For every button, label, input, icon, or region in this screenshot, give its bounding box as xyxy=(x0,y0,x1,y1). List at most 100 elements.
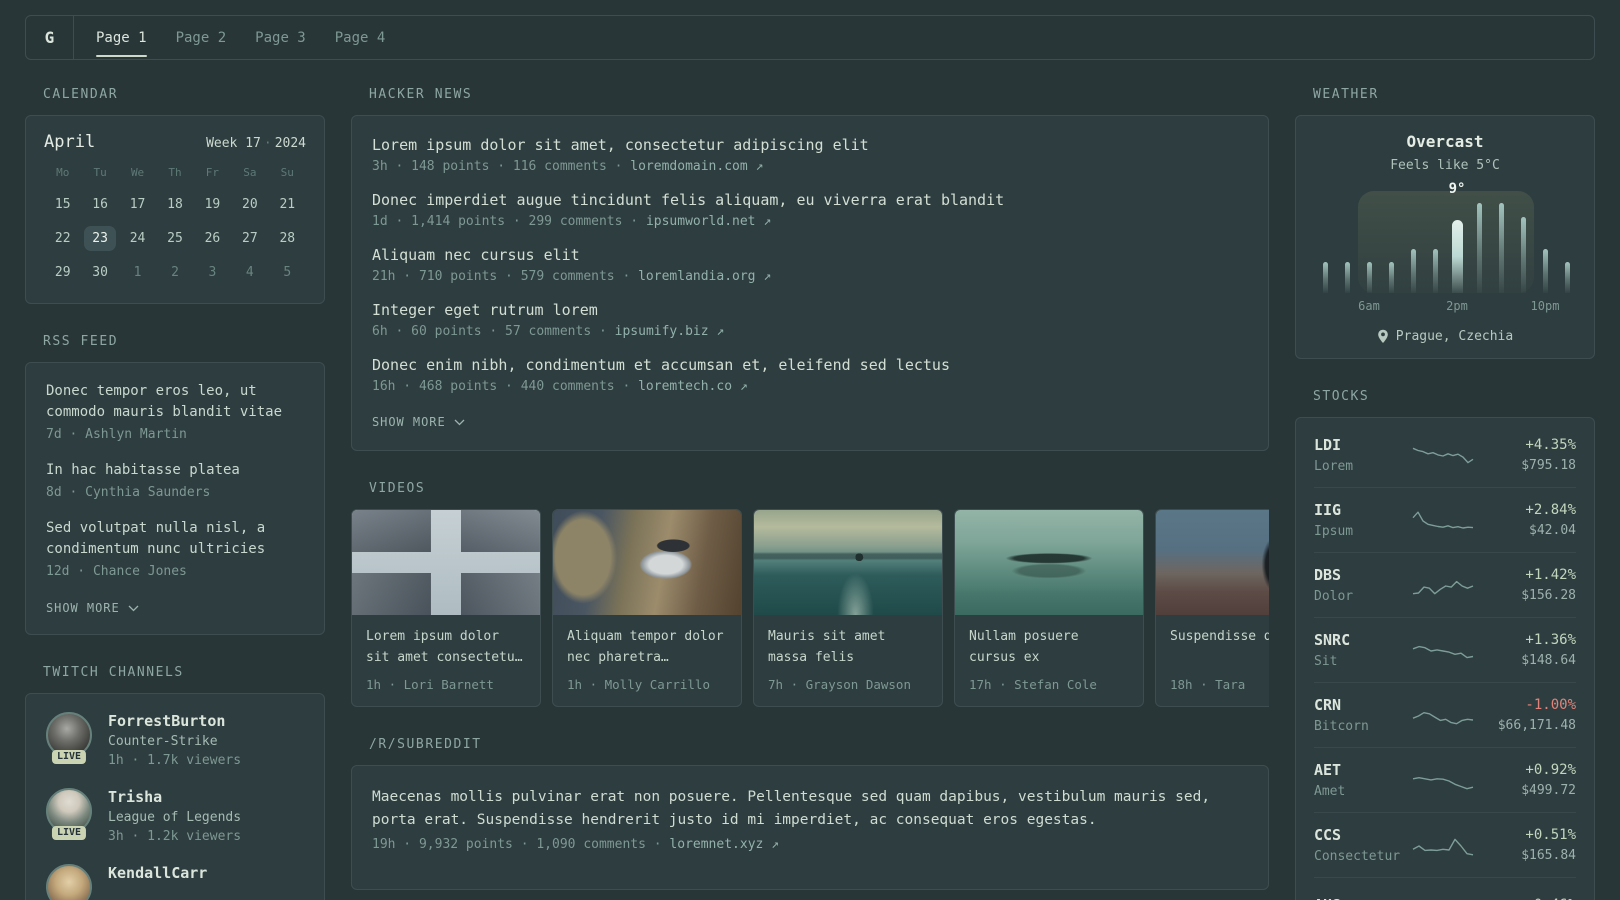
twitch-channel-info: KendallCarr xyxy=(108,864,207,900)
hn-story: Integer eget rutrum lorem 6h · 60 points … xyxy=(372,301,1248,339)
tab-page-3[interactable]: Page 3 xyxy=(255,16,306,59)
stock-identity: AHS xyxy=(1314,896,1410,900)
stock-symbol: CCS xyxy=(1314,826,1342,844)
weather-hourly-chart: 9° 6am 2pm 10pm xyxy=(1314,181,1578,315)
page-tabs: Page 1 Page 2 Page 3 Page 4 xyxy=(74,16,407,59)
hn-story: Lorem ipsum dolor sit amet, consectetur … xyxy=(372,136,1248,174)
calendar-day: 20 xyxy=(242,197,258,212)
twitch-channel-name: Trisha xyxy=(108,788,163,806)
stock-row[interactable]: DBS Dolor +1.42% $156.28 xyxy=(1314,552,1576,617)
weather-bar-slot xyxy=(1534,203,1556,293)
stock-symbol: SNRC xyxy=(1314,631,1351,649)
stock-row[interactable]: CCS Consectetur +0.51% $165.84 xyxy=(1314,812,1576,877)
stock-change-percent: -1.00% xyxy=(1525,697,1576,713)
calendar-day: 18 xyxy=(167,197,183,212)
stock-sparkline xyxy=(1410,506,1476,534)
story-domain-link[interactable]: ipsumify.biz xyxy=(615,324,709,339)
video-card[interactable]: Aliquam tempor dolor nec pharetra… 1h · M… xyxy=(552,509,742,707)
video-meta: 1h · Molly Carrillo xyxy=(567,677,710,692)
hn-story-title[interactable]: Integer eget rutrum lorem xyxy=(372,301,1248,319)
map-pin-icon xyxy=(1377,329,1388,343)
weather-bar xyxy=(1476,203,1482,293)
story-domain-link[interactable]: ipsumworld.net xyxy=(646,214,756,229)
section-title-rss: RSS FEED xyxy=(43,334,119,349)
video-card-body: Mauris sit amet massa felis 7h · Grayson … xyxy=(754,615,942,706)
twitch-channel-row[interactable]: LIVE ForrestBurton Counter-Strike 1h · 1.7k… xyxy=(46,712,304,768)
video-thumbnail xyxy=(1156,510,1269,615)
hn-story-title[interactable]: Donec enim nibh, condimentum et accumsan… xyxy=(372,356,1248,374)
hn-story-title[interactable]: Lorem ipsum dolor sit amet, consectetur … xyxy=(372,136,1248,154)
hn-story-meta: 16h · 468 points · 440 comments · loremt… xyxy=(372,379,748,394)
temperature-label: 9° xyxy=(1448,181,1466,197)
subreddit-post-title[interactable]: Maecenas mollis pulvinar erat non posuer… xyxy=(372,786,1248,832)
tab-page-2[interactable]: Page 2 xyxy=(176,16,227,59)
show-more-button[interactable]: SHOW MORE xyxy=(372,415,465,429)
stock-row[interactable]: AHS+0.46% xyxy=(1314,877,1576,900)
weather-location: Prague, Czechia xyxy=(1395,329,1514,344)
rss-item-meta: 7d · Ashlyn Martin xyxy=(46,427,187,442)
hn-story-title[interactable]: Aliquam nec cursus elit xyxy=(372,246,1248,264)
tab-page-1[interactable]: Page 1 xyxy=(96,16,147,59)
calendar-week-number: Week 17 xyxy=(206,136,261,151)
video-meta: 18h · Tara xyxy=(1170,677,1246,692)
story-domain-link[interactable]: loremdomain.com xyxy=(630,159,747,174)
calendar-day: 15 xyxy=(54,197,71,212)
story-domain-link[interactable]: loremtech.co xyxy=(638,379,732,394)
section-title-hackernews: HACKER NEWS xyxy=(369,87,473,102)
separator-dot: · xyxy=(263,136,272,151)
stock-values: +0.92% $499.72 xyxy=(1476,762,1576,798)
stock-name: Amet xyxy=(1314,784,1346,799)
stock-values: -1.00% $66,171.48 xyxy=(1476,697,1576,733)
video-card[interactable]: Nullam posuere cursus ex 17h · Stefan Col… xyxy=(954,509,1144,707)
show-more-label: SHOW MORE xyxy=(46,601,120,615)
stock-name: Lorem xyxy=(1314,459,1354,474)
stock-price: $42.04 xyxy=(1529,523,1576,538)
stock-row[interactable]: SNRC Sit +1.36% $148.64 xyxy=(1314,617,1576,682)
story-domain-link[interactable]: loremnet.xyz xyxy=(669,837,763,852)
calendar-day: 28 xyxy=(279,231,296,246)
stock-row[interactable]: LDI Lorem +4.35% $795.18 xyxy=(1314,423,1576,487)
avatar: LIVE xyxy=(46,788,92,840)
tab-page-4[interactable]: Page 4 xyxy=(335,16,386,59)
weekday-label: Mo xyxy=(56,166,70,179)
video-card[interactable]: Mauris sit amet massa felis 7h · Grayson … xyxy=(753,509,943,707)
subreddit-widget: /R/SUBREDDIT Maecenas mollis pulvinar er… xyxy=(351,737,1269,890)
twitch-channel-name: ForrestBurton xyxy=(108,712,226,730)
stock-sparkline xyxy=(1410,701,1476,729)
show-more-button[interactable]: SHOW MORE xyxy=(46,601,139,615)
stock-values: +1.36% $148.64 xyxy=(1476,632,1576,668)
logo[interactable]: G xyxy=(26,16,74,59)
weekday-label: Th xyxy=(168,166,182,179)
hn-story: Donec enim nibh, condimentum et accumsan… xyxy=(372,356,1248,394)
video-card-body: Nullam posuere cursus ex 17h · Stefan Col… xyxy=(955,615,1143,706)
hn-story-title[interactable]: Donec imperdiet augue tincidunt felis al… xyxy=(372,191,1248,209)
rss-item-title[interactable]: In hac habitasse platea xyxy=(46,460,304,481)
twitch-channel-row[interactable]: KendallCarr xyxy=(46,864,304,900)
stock-row[interactable]: CRN Bitcorn -1.00% $66,171.48 xyxy=(1314,682,1576,747)
video-card-body: Aliquam tempor dolor nec pharetra… 1h · M… xyxy=(553,615,741,706)
weather-bar xyxy=(1322,262,1328,293)
right-column: WEATHER Overcast Feels like 5°C 9° 6am 2p… xyxy=(1295,87,1595,900)
weather-bar-slot xyxy=(1402,203,1424,293)
hn-story-meta: 21h · 710 points · 579 comments · loreml… xyxy=(372,269,772,284)
video-card[interactable]: Lorem ipsum dolor sit amet consectetu… 1h… xyxy=(351,509,541,707)
section-title-calendar: CALENDAR xyxy=(43,87,119,102)
hn-story: Aliquam nec cursus elit 21h · 710 points … xyxy=(372,246,1248,284)
weather-card: Overcast Feels like 5°C 9° 6am 2pm 10pm Pr… xyxy=(1295,115,1595,359)
stock-identity: DBS Dolor xyxy=(1314,566,1410,604)
video-card[interactable]: Suspendisse diam 18h · Tara xyxy=(1155,509,1269,707)
twitch-channel-row[interactable]: LIVE Trisha League of Legends 3h · 1.2k vie… xyxy=(46,788,304,844)
stock-row[interactable]: AET Amet +0.92% $499.72 xyxy=(1314,747,1576,812)
story-domain-link[interactable]: loremlandia.org xyxy=(638,269,755,284)
weekday-label: Fr xyxy=(205,166,220,179)
stock-row[interactable]: IIG Ipsum +2.84% $42.04 xyxy=(1314,487,1576,552)
rss-item-title[interactable]: Donec tempor eros leo, ut commodo mauris… xyxy=(46,381,304,423)
rss-item-title[interactable]: Sed volutpat nulla nisl, a condimentum n… xyxy=(46,518,304,560)
stock-price: $499.72 xyxy=(1521,783,1576,798)
stock-change-percent: +2.84% xyxy=(1525,502,1576,518)
stock-values: +1.42% $156.28 xyxy=(1476,567,1576,603)
stock-change-percent: +4.35% xyxy=(1525,437,1576,453)
weather-bar-slot xyxy=(1358,203,1380,293)
dashboard-columns: CALENDAR April Week 17 · 2024 Mo Tu We Th Fr Sa… xyxy=(25,87,1595,900)
stock-values: +0.51% $165.84 xyxy=(1476,827,1576,863)
